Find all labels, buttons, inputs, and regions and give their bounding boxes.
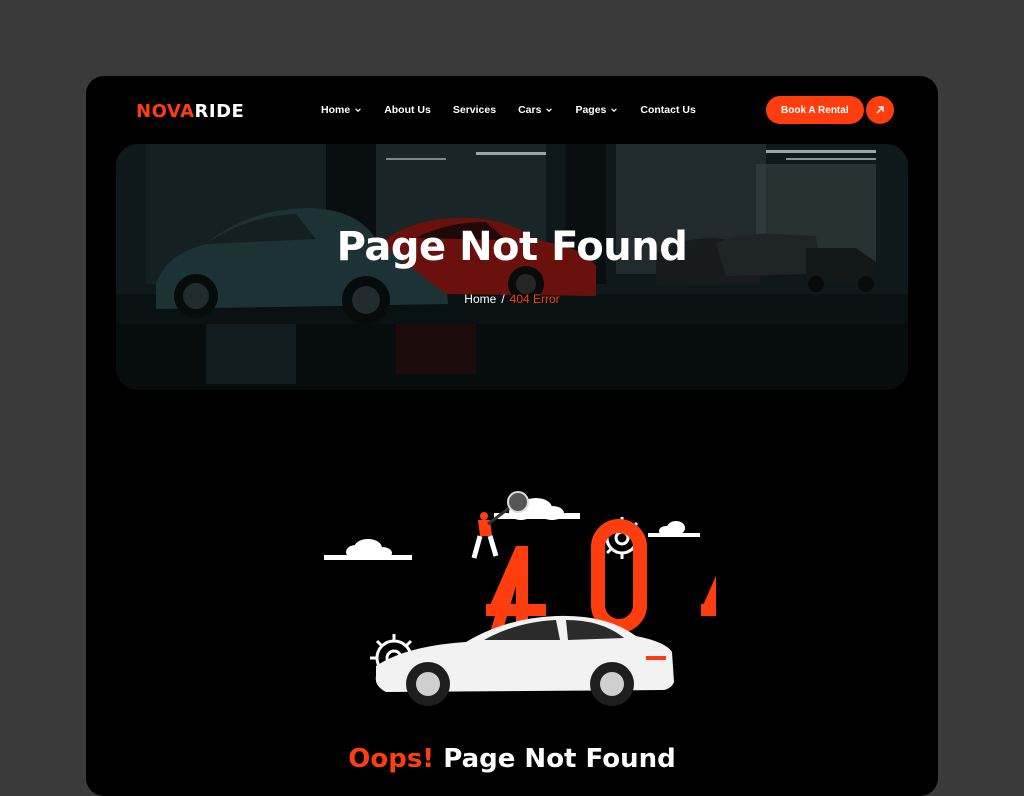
hero-banner: Page Not Found Home / 404 Error [116,144,908,390]
nav-item-pages[interactable]: Pages [575,104,618,116]
breadcrumb: Home / 404 Error [116,292,908,306]
error-404-illustration: 4 [324,491,716,706]
chevron-down-icon [546,108,553,113]
nav-label: Pages [575,104,607,116]
nav-label: Home [321,104,351,116]
nav-label: Contact Us [640,104,696,116]
nav-label: Services [452,104,497,116]
logo-part-ride: RIDE [194,101,245,122]
cloud-icon [648,521,700,537]
logo-part-nova: NOVA [136,101,195,122]
error-heading-text: Page Not Found [443,744,676,774]
nav-label: About Us [384,104,431,116]
breadcrumb-home[interactable]: Home [464,292,496,306]
breadcrumb-separator: / [501,292,505,306]
arrow-up-right-icon[interactable] [865,96,894,124]
chevron-down-icon [611,108,618,113]
brand-logo[interactable]: NOVARIDE [136,101,244,122]
nav-item-home[interactable]: Home [321,104,362,116]
error-heading-oops: Oops! [348,744,435,774]
book-rental-cta: Book A Rental [766,96,894,124]
book-rental-button[interactable]: Book A Rental [766,96,864,124]
nav-item-about[interactable]: About Us [384,104,431,116]
nav-label: Cars [518,104,542,116]
page-frame: NOVARIDE Home About Us Services Cars Pag… [86,76,938,796]
page-title: Page Not Found [336,224,688,270]
nav-item-services[interactable]: Services [453,104,496,116]
error-heading: Oops! Page Not Found [86,744,938,774]
main-nav: Home About Us Services Cars Pages Contac… [321,104,718,116]
breadcrumb-current: 404 Error [509,292,560,306]
cloud-icon [324,539,412,560]
nav-item-contact[interactable]: Contact Us [640,104,695,116]
chevron-down-icon [355,108,362,113]
nav-item-cars[interactable]: Cars [518,104,553,116]
